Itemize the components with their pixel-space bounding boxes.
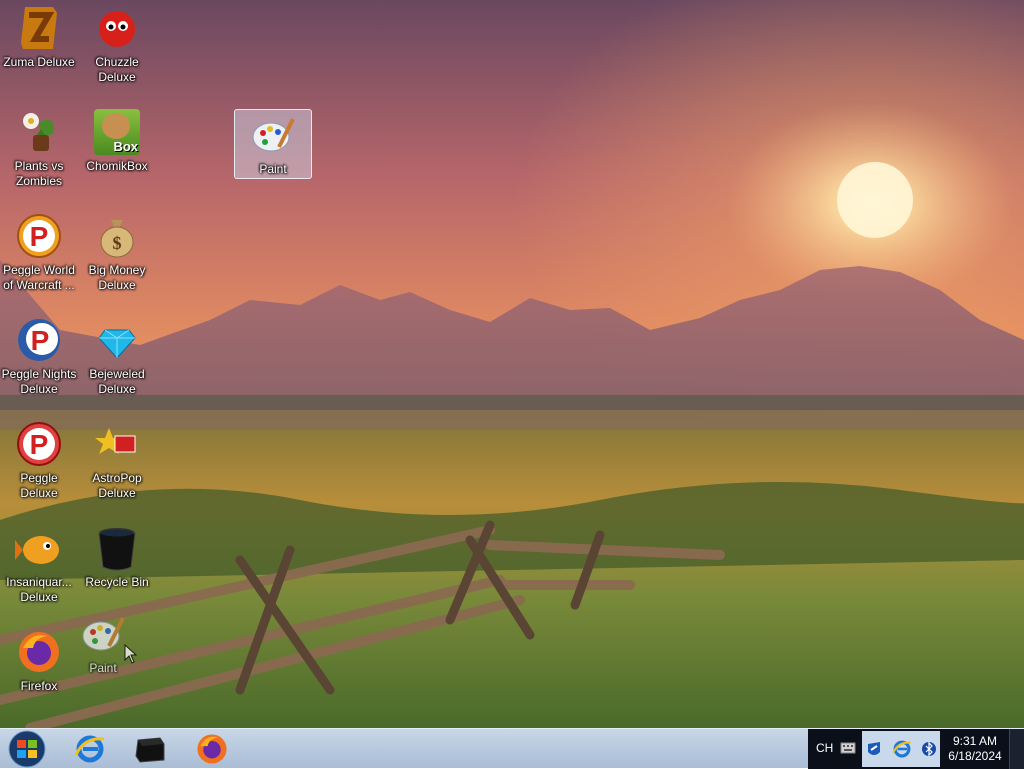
money-symbol: $ (113, 233, 122, 253)
desktop-icon-bejeweled-deluxe[interactable]: Bejeweled Deluxe (78, 312, 156, 412)
desktop-icon-peggle-nights-deluxe[interactable]: P Peggle Nights Deluxe (0, 312, 78, 412)
chomikbox-badge: Box (113, 139, 138, 154)
svg-text:P: P (30, 221, 49, 252)
keyboard-icon[interactable] (840, 741, 856, 755)
peggle-icon: P (15, 212, 63, 260)
desktop-icon-peggle-world-of-warcraft[interactable]: P Peggle World of Warcraft ... (0, 208, 78, 308)
desktop[interactable]: Zuma Deluxe Chuzzle Deluxe Plants vs Zom… (0, 0, 1024, 728)
desktop-icon-label: Bejeweled Deluxe (89, 367, 145, 396)
command-prompt-icon (135, 737, 165, 763)
desktop-icon-insaniquarium-deluxe[interactable]: Insaniquar... Deluxe (0, 520, 78, 620)
paint-icon (249, 111, 297, 159)
desktop-icon-zuma-deluxe[interactable]: Zuma Deluxe (0, 0, 78, 100)
start-button[interactable] (6, 730, 48, 768)
show-desktop-button[interactable] (1009, 729, 1024, 769)
chuzzle-icon (93, 4, 141, 52)
desktop-icon-recycle-bin[interactable]: Recycle Bin (78, 520, 156, 620)
taskbar-internet-explorer[interactable] (62, 731, 118, 767)
desktop-icon-label: Big Money Deluxe (88, 263, 146, 292)
taskbar-command-prompt[interactable] (122, 731, 178, 767)
desktop-icon-label: Zuma Deluxe (3, 55, 75, 69)
internet-explorer-icon[interactable] (891, 739, 913, 759)
zuma-icon (15, 4, 63, 52)
taskbar-firefox[interactable] (184, 731, 240, 767)
gem-icon (93, 316, 141, 364)
astropop-icon (93, 420, 141, 468)
desktop-icon-label: Recycle Bin (85, 575, 149, 589)
plants-vs-zombies-icon (15, 108, 63, 156)
desktop-icon-label: AstroPop Deluxe (92, 471, 142, 500)
recycle-bin-icon (93, 524, 141, 572)
firefox-icon (15, 628, 63, 676)
fish-icon (15, 524, 63, 572)
peggle-icon: P (15, 420, 63, 468)
network-icon[interactable] (866, 740, 882, 758)
desktop-icon-plants-vs-zombies[interactable]: Plants vs Zombies (0, 104, 78, 204)
desktop-icon-label: Peggle World of Warcraft ... (3, 263, 75, 292)
bluetooth-icon[interactable] (921, 741, 936, 757)
language-indicator[interactable]: CH (816, 741, 833, 755)
desktop-icon-label: Paint (259, 162, 287, 176)
money-bag-icon: $ (93, 212, 141, 260)
mouse-cursor-icon (124, 644, 138, 664)
peggle-nights-icon: P (15, 316, 63, 364)
svg-text:P: P (31, 325, 50, 356)
desktop-icon-chomikbox[interactable]: Box ChomikBox (78, 104, 156, 204)
desktop-icon-label: Peggle Deluxe (20, 471, 58, 500)
desktop-icon-paint-selected[interactable]: Paint (234, 109, 312, 179)
paint-icon (79, 610, 127, 658)
windows-start-icon (8, 730, 46, 768)
desktop-icon-label: Plants vs Zombies (14, 159, 64, 188)
internet-explorer-icon (74, 735, 105, 763)
desktop-icon-label: ChomikBox (86, 159, 148, 173)
clock-time: 9:31 AM (952, 734, 998, 748)
system-tray: CH 9:31 AM 6/18/2024 (808, 729, 1024, 769)
desktop-icon-chuzzle-deluxe[interactable]: Chuzzle Deluxe (78, 0, 156, 100)
taskbar: CH 9:31 AM 6/18/2024 (0, 728, 1024, 769)
desktop-icon-label: Chuzzle Deluxe (95, 55, 139, 84)
svg-text:P: P (30, 429, 49, 460)
desktop-icon-paint-drag-ghost[interactable]: Paint (64, 606, 142, 706)
notification-icons (862, 731, 940, 767)
desktop-icon-peggle-deluxe[interactable]: P Peggle Deluxe (0, 416, 78, 516)
chomikbox-icon: Box (93, 108, 141, 156)
desktop-icon-big-money-deluxe[interactable]: $ Big Money Deluxe (78, 208, 156, 308)
clock-date: 6/18/2024 (948, 749, 1002, 763)
desktop-icon-label: Insaniquar... Deluxe (6, 575, 72, 604)
desktop-icon-astropop-deluxe[interactable]: AstroPop Deluxe (78, 416, 156, 516)
firefox-icon (197, 734, 227, 764)
clock[interactable]: 9:31 AM 6/18/2024 (940, 729, 1010, 769)
desktop-icon-label: Peggle Nights Deluxe (1, 367, 77, 396)
